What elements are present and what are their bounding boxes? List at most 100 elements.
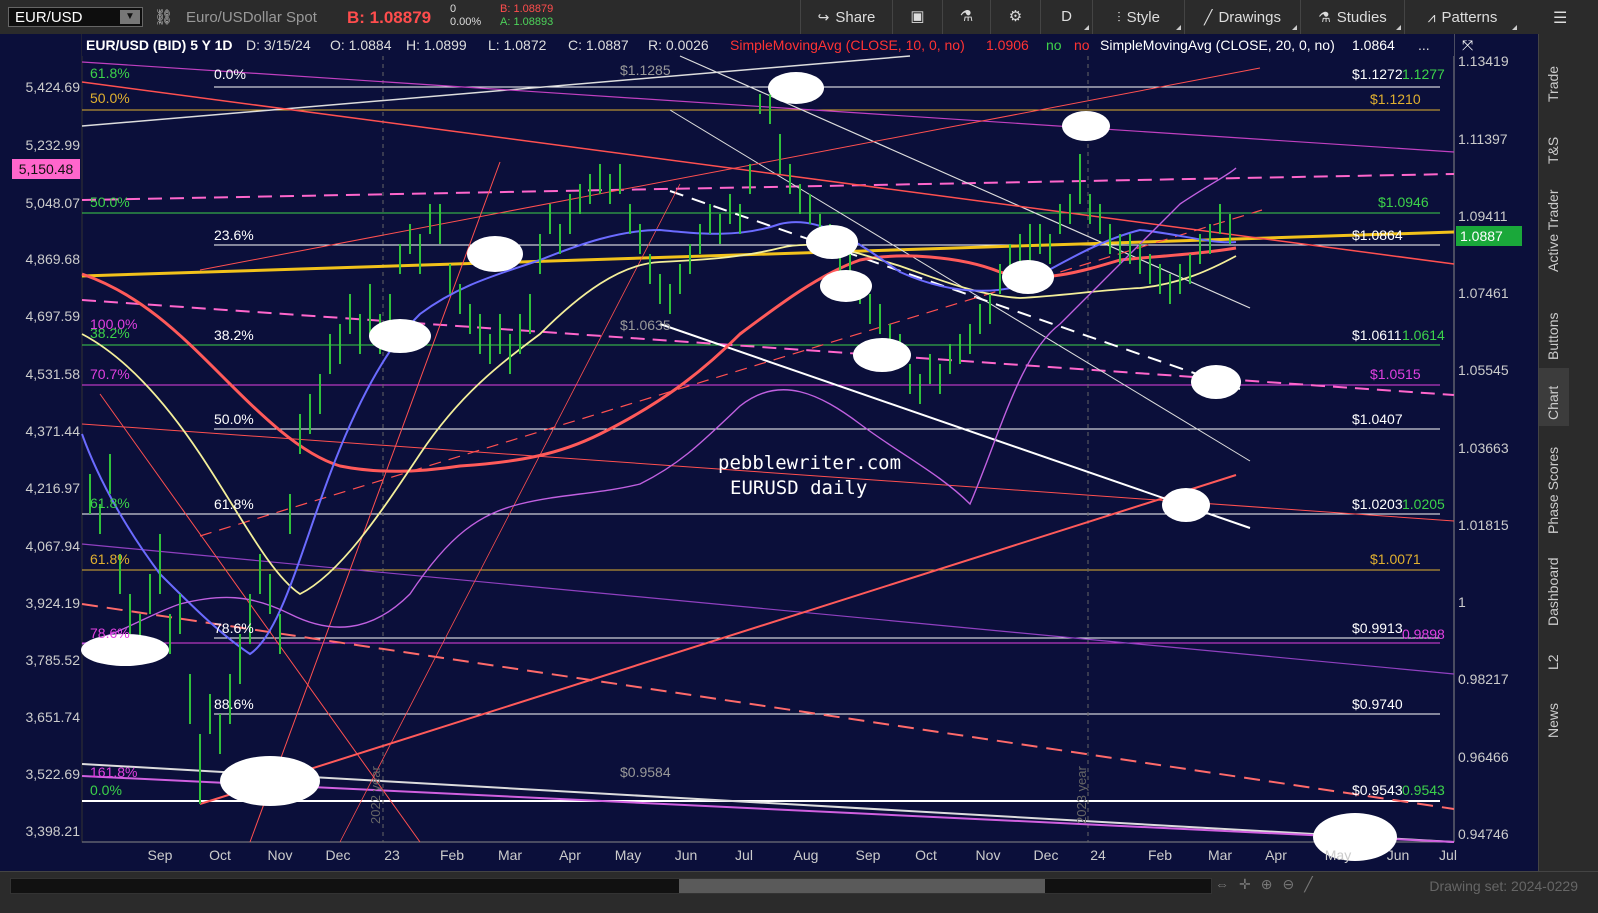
collapse-icon[interactable]: ⤧ (1462, 37, 1473, 53)
period-button[interactable]: D (1040, 0, 1092, 34)
left-tick: 4,869.68 (26, 251, 81, 267)
symbol-description: Euro/USDollar Spot (186, 9, 317, 26)
flask-icon: ⚗ (1318, 9, 1331, 25)
fib-price-0: $1.1272 (1352, 66, 1403, 82)
drawings-label: Drawings (1218, 9, 1281, 26)
tab-ts[interactable]: T&S (1539, 118, 1569, 174)
patterns-button[interactable]: ⩘ Patterns (1404, 0, 1520, 34)
flask-button[interactable]: ⚗ (942, 0, 990, 34)
chart-area[interactable]: EUR/USD (BID) 5 Y 1D D: 3/15/24 O: 1.088… (0, 34, 1538, 871)
x-tick: Sep (856, 847, 881, 863)
level-label-100: 100.0% (90, 316, 137, 332)
style-button[interactable]: ⫶ Style (1092, 0, 1184, 34)
left-tick: 3,522.69 (26, 766, 81, 782)
tab-buttons[interactable]: Buttons (1539, 286, 1569, 366)
share-icon: ↪ (817, 9, 830, 25)
pencil-icon: ╱ (1204, 9, 1213, 25)
tab-label: L2 (1545, 654, 1561, 670)
bid-price: B: 1.08879 (347, 8, 432, 27)
year-label-2022: 2022 year (368, 766, 383, 824)
level-price-low: $0.9543 (1352, 782, 1403, 798)
tab-news[interactable]: News (1539, 688, 1569, 748)
x-tick: Jun (1387, 847, 1410, 863)
fib-price-382-green: 1.0614 (1402, 327, 1445, 343)
symbol-input[interactable]: EUR/USD ▼ (8, 7, 143, 27)
level-price-50b: $1.0946 (1378, 194, 1429, 210)
left-tick: 5,048.07 (26, 195, 81, 211)
zoom-in-icon[interactable]: ⊕ (1261, 876, 1283, 892)
level-label-618c: 61.8% (90, 495, 130, 511)
info-symbol: EUR/USD (BID) 5 Y 1D (86, 37, 233, 53)
left-tick: 4,697.59 (26, 308, 81, 324)
pencil-icon[interactable]: ╱ (1304, 876, 1322, 892)
x-tick: May (1325, 847, 1351, 863)
fib-price-786: $0.9913 (1352, 620, 1403, 636)
tab-label: Phase Scores (1545, 446, 1561, 534)
x-tick: Sep (148, 847, 173, 863)
menu-icon[interactable]: ☰ (1553, 8, 1567, 28)
tab-label: Active Trader (1545, 189, 1561, 272)
drawings-button[interactable]: ╱ Drawings (1184, 0, 1300, 34)
period-label: D (1061, 8, 1072, 25)
right-tick: 1.09411 (1458, 208, 1508, 224)
right-tick: 1.03663 (1458, 440, 1509, 456)
level-label-50a: 50.0% (90, 90, 130, 106)
snapshot-button[interactable]: ▣ (892, 0, 942, 34)
level-price-50a: $1.1210 (1370, 91, 1421, 107)
change-value: 0 (450, 3, 457, 15)
left-axis: 5,424.69 5,232.99 5,048.07 4,869.68 4,69… (26, 79, 81, 839)
left-tick: 3,651.74 (26, 709, 81, 725)
fib-pct-786: 78.6% (214, 620, 254, 636)
scrollbar-thumb[interactable] (679, 879, 1045, 893)
right-tick: 1.11397 (1458, 131, 1508, 147)
x-tick: Nov (976, 847, 1001, 863)
tab-trade[interactable]: Trade (1539, 44, 1569, 114)
inline-price-2: $1.0635 (620, 317, 671, 333)
chevron-down-icon[interactable]: ▼ (120, 10, 140, 24)
settings-button[interactable]: ⚙ (990, 0, 1040, 34)
x-tick: Jul (1439, 847, 1457, 863)
level-price-707: $1.0515 (1370, 366, 1421, 382)
link-icon[interactable]: ⛓ (154, 8, 173, 26)
level-label-50b: 50.0% (90, 194, 130, 210)
chart-svg: EUR/USD (BID) 5 Y 1D D: 3/15/24 O: 1.088… (12, 34, 1522, 863)
tab-active-trader[interactable]: Active Trader (1539, 174, 1569, 282)
tab-label: News (1545, 702, 1561, 738)
change-readout: 0 0.00% (450, 3, 481, 29)
gear-icon: ⚙ (1008, 8, 1023, 25)
fib-price-50: $1.0407 (1352, 411, 1403, 427)
tab-chart[interactable]: Chart (1539, 368, 1569, 426)
fib-pct-618: 61.8% (214, 496, 254, 512)
fib-price-618: $1.0203 (1352, 496, 1403, 512)
zoom-out-icon[interactable]: ⊖ (1282, 876, 1304, 892)
left-tick: 3,924.19 (26, 595, 81, 611)
bid-small: B: 1.08879 (500, 3, 554, 15)
drawing-set-label[interactable]: Drawing set: 2024-0229 (1429, 878, 1578, 894)
share-button[interactable]: ↪ Share (800, 0, 892, 34)
tab-phase-scores[interactable]: Phase Scores (1539, 430, 1569, 540)
level-price-low-green: 0.9543 (1402, 782, 1445, 798)
watermark-site: pebblewriter.com (718, 452, 901, 474)
inline-price-1: $1.1285 (620, 62, 671, 78)
camera-icon: ▣ (910, 8, 925, 25)
left-tick: 4,371.44 (26, 423, 81, 439)
watermark-title: EURUSD daily (730, 477, 867, 499)
x-tick: May (615, 847, 641, 863)
fib-price-618-green: 1.0205 (1402, 496, 1445, 512)
fib-price-786-pink: 0.9898 (1402, 626, 1445, 642)
tab-l2[interactable]: L2 (1539, 640, 1569, 680)
crosshair-icon[interactable]: ✛ (1239, 876, 1261, 892)
horizontal-scrollbar[interactable] (10, 878, 1212, 894)
x-tick: Nov (268, 847, 293, 863)
info-no-2: no (1074, 37, 1090, 53)
expand-icon[interactable]: ⇔ (1215, 876, 1239, 892)
tab-label: T&S (1545, 136, 1561, 164)
zoom-tools[interactable]: ⇔✛⊕⊖╱ (1215, 876, 1323, 893)
studies-label: Studies (1336, 9, 1387, 26)
level-label-707: 70.7% (90, 366, 130, 382)
studies-button[interactable]: ⚗ Studies (1300, 0, 1404, 34)
info-range: R: 0.0026 (648, 37, 709, 53)
right-tick: 1.01815 (1458, 517, 1509, 533)
tab-dashboard[interactable]: Dashboard (1539, 544, 1569, 630)
info-low: L: 1.0872 (488, 37, 547, 53)
